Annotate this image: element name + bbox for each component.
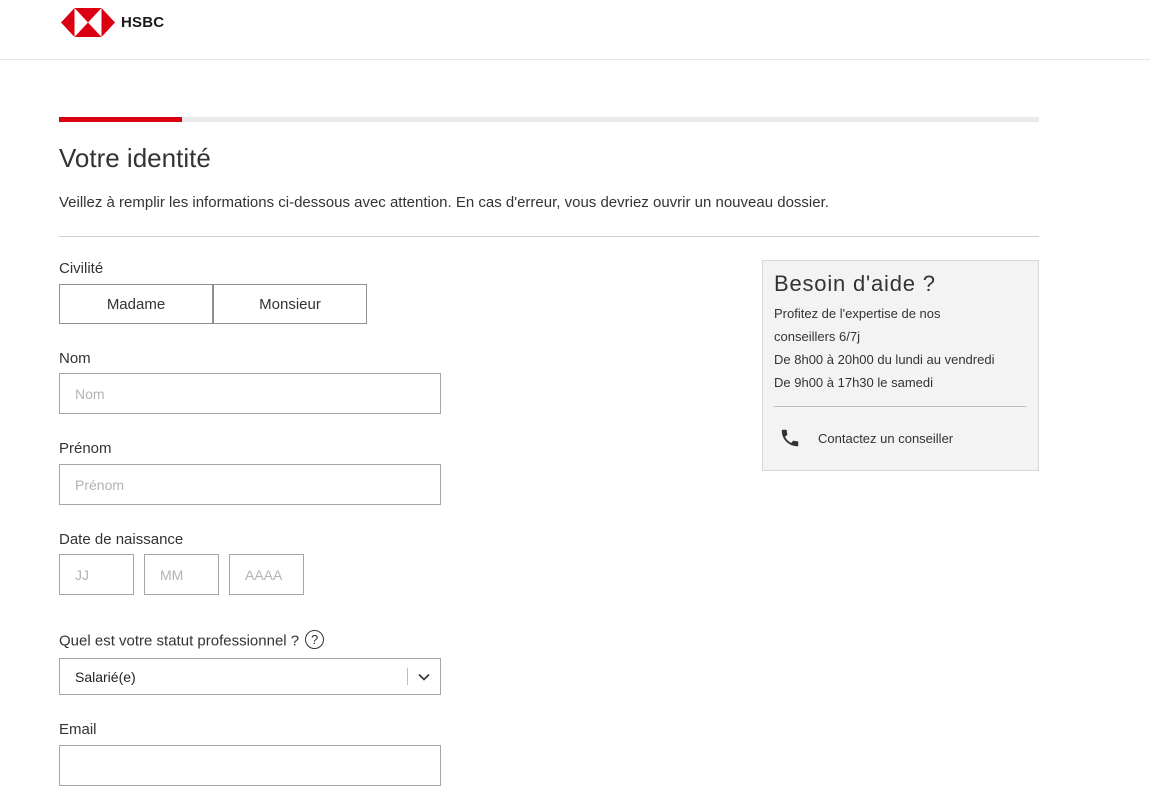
email-label: Email: [59, 721, 97, 738]
hsbc-hexagon-icon: [61, 7, 115, 37]
brand-name: HSBC: [121, 13, 165, 31]
help-line: De 8h00 à 20h00 du lundi au vendredi: [774, 352, 995, 367]
contact-advisor-label: Contactez un conseiller: [818, 430, 954, 446]
help-panel: Besoin d'aide ? Profitez de l'expertise …: [762, 260, 1039, 471]
first-name-input[interactable]: [59, 464, 441, 505]
help-line: Profitez de l'expertise de nos: [774, 306, 941, 321]
hsbc-logo[interactable]: HSBC: [61, 7, 164, 37]
birth-month-input[interactable]: [144, 554, 219, 595]
birth-date-label: Date de naissance: [59, 531, 184, 548]
chevron-down-icon: [418, 673, 430, 681]
help-line: conseillers 6/7j: [774, 329, 860, 344]
page-title: Votre identité: [59, 143, 211, 173]
civility-madame-button[interactable]: Madame: [59, 284, 213, 324]
last-name-input[interactable]: [59, 373, 441, 414]
status-label: Quel est votre statut professionnel ?: [59, 632, 300, 650]
last-name-label: Nom: [59, 350, 91, 367]
contact-advisor-link[interactable]: Contactez un conseiller: [779, 427, 953, 449]
first-name-label: Prénom: [59, 440, 112, 457]
birth-day-input[interactable]: [59, 554, 134, 595]
question-circle-icon[interactable]: ?: [305, 630, 325, 649]
header: HSBC: [0, 0, 1150, 60]
civility-monsieur-button[interactable]: Monsieur: [213, 284, 367, 324]
civility-label: Civilité: [59, 260, 104, 277]
help-divider: [774, 406, 1026, 407]
help-line: De 9h00 à 17h30 le samedi: [774, 375, 934, 390]
status-label-row: Quel est votre statut professionnel ??: [59, 630, 325, 651]
progress-fill: [59, 117, 182, 122]
progress-bar: [59, 117, 1039, 122]
select-separator: [407, 668, 408, 685]
help-title: Besoin d'aide ?: [774, 271, 936, 296]
phone-icon: [781, 429, 799, 447]
page-intro: Veillez à remplir les informations ci-de…: [59, 194, 829, 211]
birth-year-input[interactable]: [229, 554, 304, 595]
status-select-value: Salarié(e): [75, 668, 136, 685]
status-select[interactable]: Salarié(e): [59, 658, 441, 695]
email-input[interactable]: [59, 745, 441, 786]
section-divider: [59, 236, 1039, 237]
